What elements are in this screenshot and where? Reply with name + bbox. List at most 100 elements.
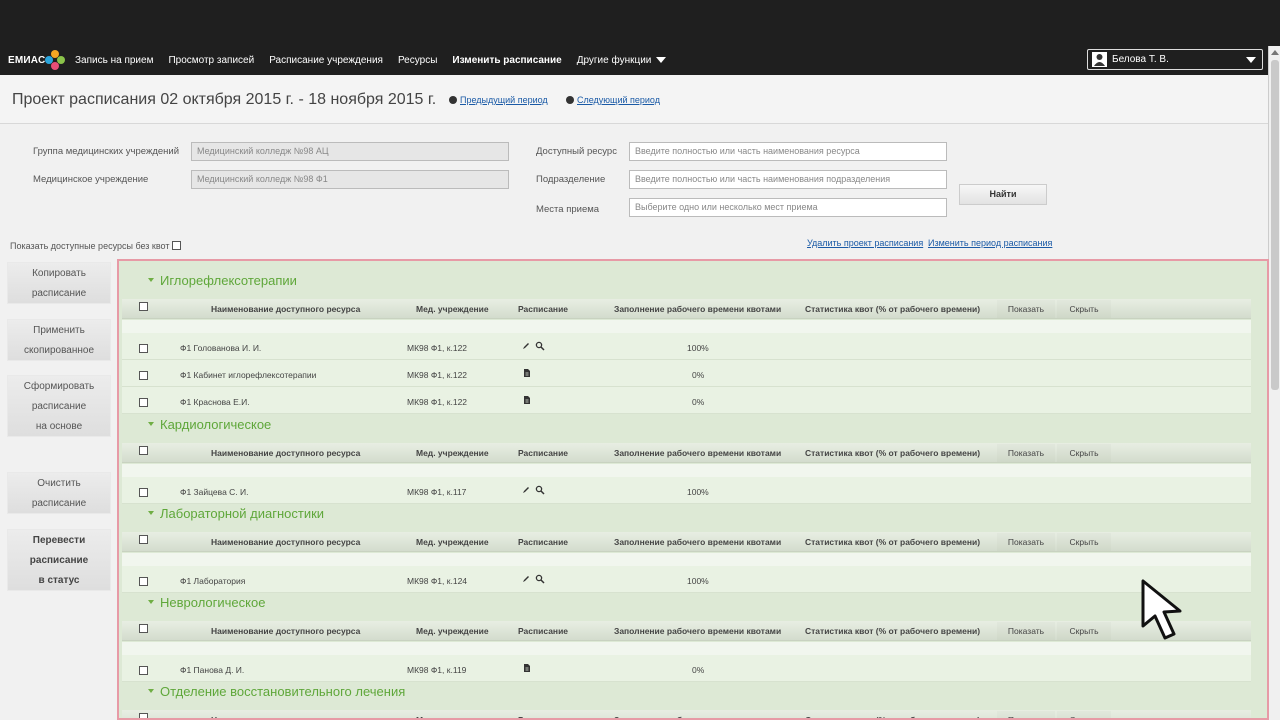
resource-input[interactable]: Введите полностью или часть наименования… xyxy=(629,142,947,161)
arrow-left-icon xyxy=(449,96,457,104)
document-icon[interactable] xyxy=(522,663,532,673)
select-all-checkbox[interactable] xyxy=(139,713,148,718)
table-header: Наименование доступного ресурса Мед. учр… xyxy=(122,532,1251,552)
place-label: Места приема xyxy=(536,204,600,215)
show-button[interactable]: Показать xyxy=(997,533,1055,551)
col-schedule: Расписание xyxy=(518,715,569,720)
row-checkbox[interactable] xyxy=(139,398,148,407)
row-checkbox[interactable] xyxy=(139,577,148,586)
clear-line-1: Очистить xyxy=(37,478,81,489)
row-checkbox[interactable] xyxy=(139,488,148,497)
chevron-down-icon xyxy=(656,57,667,64)
search-icon[interactable] xyxy=(535,341,545,351)
department-input[interactable]: Введите полностью или часть наименования… xyxy=(629,170,947,189)
collapse-icon[interactable] xyxy=(148,422,154,426)
show-button[interactable]: Показать xyxy=(997,622,1055,640)
hide-button[interactable]: Скрыть xyxy=(1057,711,1111,718)
place-select[interactable]: Выберите одно или несколько мест приема xyxy=(629,198,947,217)
clear-line-2: расписание xyxy=(31,498,87,509)
show-free-label: Показать доступные ресурсы без квот xyxy=(10,241,170,251)
change-period-link[interactable]: Изменить период расписания xyxy=(928,238,1052,248)
clear-schedule-button[interactable]: Очистить расписание xyxy=(7,472,111,514)
prev-period-label: Предыдущий период xyxy=(460,95,548,105)
mouse-pointer-icon xyxy=(1141,579,1182,640)
group-title[interactable]: Лабораторной диагностики xyxy=(160,506,324,521)
fill-percent: 0% xyxy=(692,665,705,675)
collapse-icon[interactable] xyxy=(148,689,154,693)
resource-name: Ф1 Краснова Е.И. xyxy=(180,397,250,407)
col-institution: Мед. учреждение xyxy=(416,448,489,458)
change-status-button[interactable]: Перевести расписание в статус xyxy=(7,529,111,591)
nav-item-edit-schedule[interactable]: Изменить расписание xyxy=(452,55,561,66)
hide-button[interactable]: Скрыть xyxy=(1057,300,1111,318)
group-title[interactable]: Отделение восстановительного лечения xyxy=(160,684,405,699)
find-button[interactable]: Найти xyxy=(959,184,1047,205)
nav-menu: Запись на прием Просмотр записей Расписа… xyxy=(75,55,681,66)
pencil-icon[interactable] xyxy=(521,574,531,584)
group-field: Медицинский колледж №98 АЦ xyxy=(191,142,509,161)
table-spacer xyxy=(122,553,1251,567)
table-row[interactable]: Ф1 Голованова И. И. МК98 Ф1, к.122 100% xyxy=(122,333,1251,360)
fill-percent: 100% xyxy=(687,343,709,353)
hide-button[interactable]: Скрыть xyxy=(1057,444,1111,462)
logo-icon xyxy=(45,50,65,70)
table-row[interactable]: Ф1 Зайцева С. И. МК98 Ф1, к.117 100% xyxy=(122,477,1251,504)
scrollbar-thumb[interactable] xyxy=(1271,60,1279,390)
scroll-up-icon[interactable] xyxy=(1271,50,1279,55)
col-schedule: Расписание xyxy=(518,537,569,547)
nav-item-appointment[interactable]: Запись на прием xyxy=(75,55,153,66)
search-icon[interactable] xyxy=(535,485,545,495)
next-period-link[interactable]: Следующий период xyxy=(566,95,660,105)
show-button[interactable]: Показать xyxy=(997,711,1055,718)
hide-button[interactable]: Скрыть xyxy=(1057,622,1111,640)
select-all-checkbox[interactable] xyxy=(139,446,148,455)
vertical-scrollbar[interactable] xyxy=(1268,46,1280,720)
user-menu[interactable]: Белова Т. В. xyxy=(1087,49,1263,70)
document-icon[interactable] xyxy=(522,395,532,405)
prev-period-link[interactable]: Предыдущий период xyxy=(449,95,548,105)
table-row[interactable]: Ф1 Лаборатория МК98 Ф1, к.124 100% xyxy=(122,566,1251,593)
select-all-checkbox[interactable] xyxy=(139,302,148,311)
table-row[interactable]: Ф1 Кабинет иглорефлексотерапии МК98 Ф1, … xyxy=(122,360,1251,387)
copy-schedule-button[interactable]: Копировать расписание xyxy=(7,262,111,304)
delete-project-link[interactable]: Удалить проект расписания xyxy=(807,238,923,248)
nav-item-resources[interactable]: Ресурсы xyxy=(398,55,437,66)
show-button[interactable]: Показать xyxy=(997,444,1055,462)
status-line-1: Перевести xyxy=(32,535,86,546)
table-row[interactable]: Ф1 Панова Д. И. МК98 Ф1, к.119 0% xyxy=(122,655,1251,682)
hide-button[interactable]: Скрыть xyxy=(1057,533,1111,551)
search-icon[interactable] xyxy=(535,574,545,584)
apply-copied-button[interactable]: Применить скопированное xyxy=(7,319,111,361)
collapse-icon[interactable] xyxy=(148,511,154,515)
resource-name: Ф1 Лаборатория xyxy=(180,576,246,586)
nav-item-institution-schedule[interactable]: Расписание учреждения xyxy=(269,55,383,66)
show-button[interactable]: Показать xyxy=(997,300,1055,318)
group-title[interactable]: Иглорефлексотерапии xyxy=(160,273,297,288)
user-name: Белова Т. В. xyxy=(1112,54,1169,65)
institution-field: Медицинский колледж №98 Ф1 xyxy=(191,170,509,189)
resource-institution: МК98 Ф1, к.122 xyxy=(407,397,468,407)
nav-item-view-records[interactable]: Просмотр записей xyxy=(168,55,254,66)
group-title[interactable]: Неврологическое xyxy=(160,595,265,610)
row-checkbox[interactable] xyxy=(139,371,148,380)
pencil-icon[interactable] xyxy=(521,485,531,495)
form-schedule-button[interactable]: Сформировать расписание на основе xyxy=(7,375,111,437)
col-name: Наименование доступного ресурса xyxy=(211,448,361,458)
document-icon[interactable] xyxy=(522,368,532,378)
page-header: Проект расписания 02 октября 2015 г. - 1… xyxy=(0,75,1268,124)
collapse-icon[interactable] xyxy=(148,600,154,604)
col-name: Наименование доступного ресурса xyxy=(211,715,361,720)
col-schedule: Расписание xyxy=(518,626,569,636)
row-checkbox[interactable] xyxy=(139,344,148,353)
nav-item-other-functions[interactable]: Другие функции xyxy=(577,55,667,66)
select-all-checkbox[interactable] xyxy=(139,624,148,633)
show-free-checkbox[interactable] xyxy=(172,241,181,250)
top-band xyxy=(0,0,1280,46)
row-checkbox[interactable] xyxy=(139,666,148,675)
fill-percent: 0% xyxy=(692,397,705,407)
pencil-icon[interactable] xyxy=(521,341,531,351)
group-title[interactable]: Кардиологическое xyxy=(160,417,271,432)
collapse-icon[interactable] xyxy=(148,278,154,282)
table-row[interactable]: Ф1 Краснова Е.И. МК98 Ф1, к.122 0% xyxy=(122,387,1251,414)
select-all-checkbox[interactable] xyxy=(139,535,148,544)
